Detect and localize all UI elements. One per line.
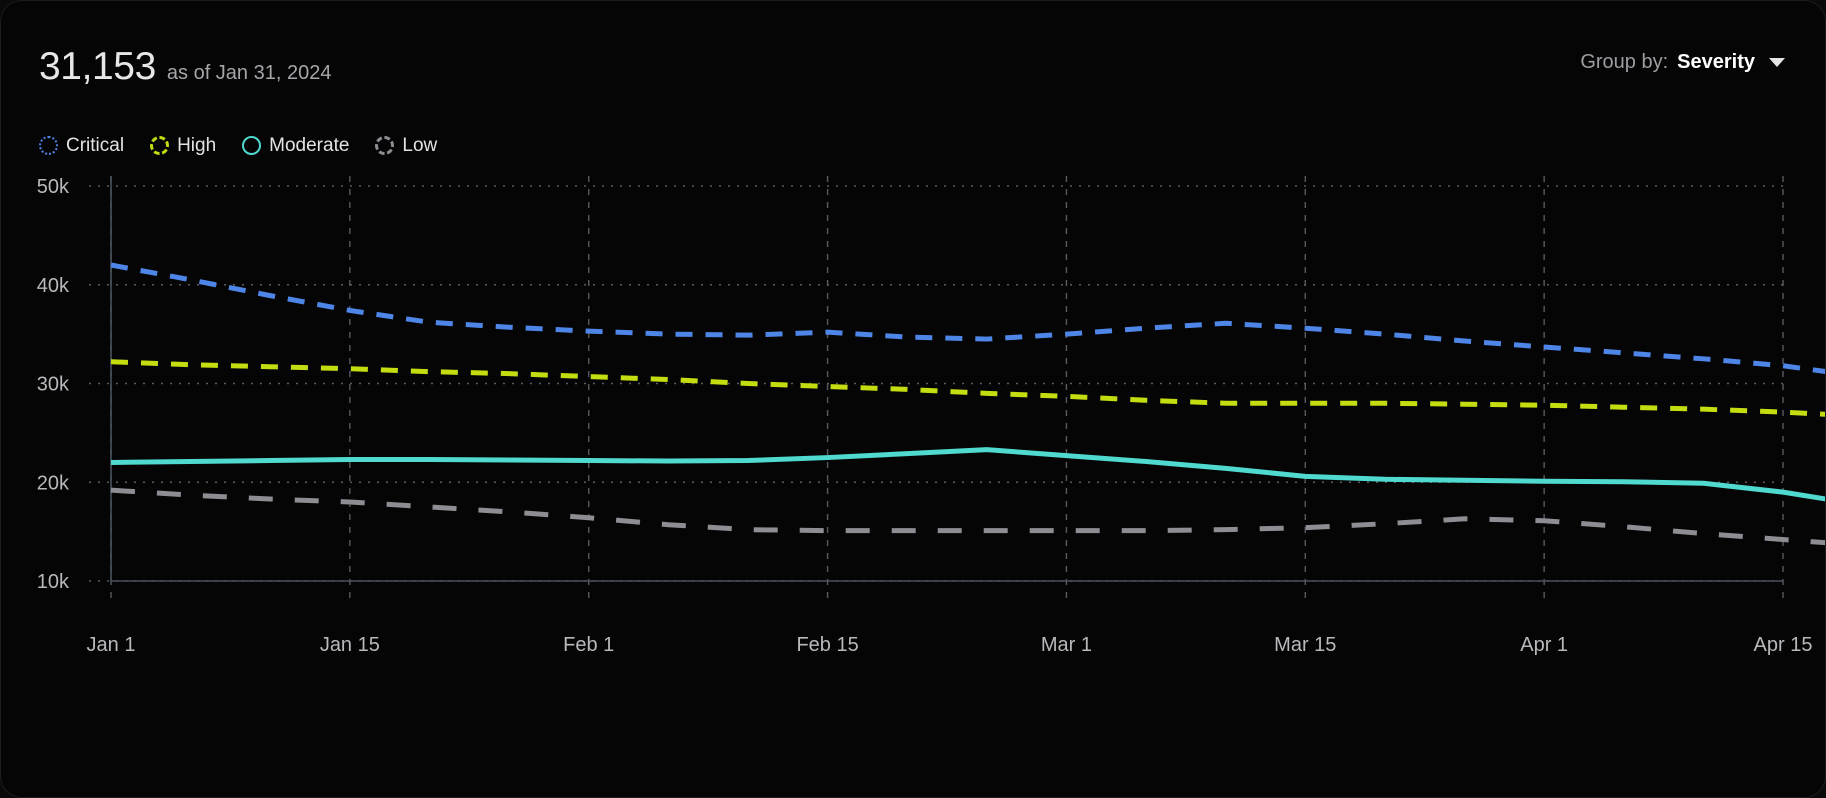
x-axis-tick: Mar 15: [1274, 634, 1336, 656]
legend-item-moderate[interactable]: Moderate: [242, 134, 350, 156]
y-axis-tick: 50k: [37, 176, 70, 198]
dashed-circle-icon: [375, 135, 395, 155]
series-lines: [110, 262, 1825, 546]
y-gridlines: [89, 185, 1783, 582]
headline: 31,153 as of Jan 31, 2024: [39, 47, 331, 86]
legend-label: Moderate: [269, 134, 350, 156]
severity-trend-card: 31,153 as of Jan 31, 2024 Group by: Seve…: [0, 0, 1826, 798]
dotted-circle-icon: [39, 135, 58, 155]
x-axis-tick: Apr 15: [1754, 634, 1813, 656]
y-axis-tick: 20k: [37, 472, 70, 494]
legend-label: Low: [402, 134, 438, 156]
x-axis-tick: Jan 15: [320, 634, 380, 656]
x-gridlines: [110, 176, 1784, 599]
legend-item-critical[interactable]: Critical: [39, 134, 125, 156]
group-by-label: Group by:: [1580, 51, 1669, 73]
y-axis-tick: 40k: [37, 275, 70, 297]
legend-item-high[interactable]: High: [150, 134, 217, 156]
legend-label: High: [177, 134, 217, 156]
x-axis-tick: Jan 1: [87, 634, 136, 656]
y-axis-tick: 10k: [37, 571, 70, 593]
y-axis-labels: 50k 40k 30k 20k 10k: [37, 176, 70, 593]
x-axis-tick: Feb 1: [563, 634, 614, 656]
line-chart[interactable]: 50k 40k 30k 20k 10k Jan 1 Jan 15 Feb 1 Feb 15 Ma…: [1, 176, 1826, 736]
axis-lines: [110, 176, 1783, 582]
y-axis-tick: 30k: [37, 374, 70, 396]
x-axis-tick: Apr 1: [1520, 634, 1568, 656]
chevron-down-icon: [1769, 58, 1785, 67]
metric-value: 31,153: [39, 45, 156, 88]
chart-area[interactable]: 50k 40k 30k 20k 10k Jan 1 Jan 15 Feb 1 Feb 15 Ma…: [1, 176, 1826, 736]
x-axis-tick: Feb 15: [796, 634, 858, 656]
group-by-dropdown[interactable]: Group by: Severity: [1580, 51, 1785, 74]
legend-label: Critical: [66, 134, 125, 156]
solid-circle-icon: [242, 135, 262, 155]
metric-asof-label: as of Jan 31, 2024: [166, 62, 332, 84]
legend-item-low[interactable]: Low: [375, 134, 438, 156]
series-line-high: [110, 359, 1825, 417]
series-line-low: [110, 487, 1825, 546]
group-by-value: Severity: [1677, 51, 1755, 73]
x-axis-tick: Mar 1: [1041, 634, 1092, 656]
dashed-circle-icon: [150, 135, 170, 155]
series-line-moderate: [110, 447, 1825, 502]
card-header: 31,153 as of Jan 31, 2024 Group by: Seve…: [1, 1, 1825, 109]
series-line-critical: [110, 262, 1825, 374]
x-axis-labels: Jan 1 Jan 15 Feb 1 Feb 15 Mar 1 Mar 15 Apr 1 Ap…: [87, 634, 1813, 656]
legend: Critical High Moderate Low: [39, 132, 437, 158]
